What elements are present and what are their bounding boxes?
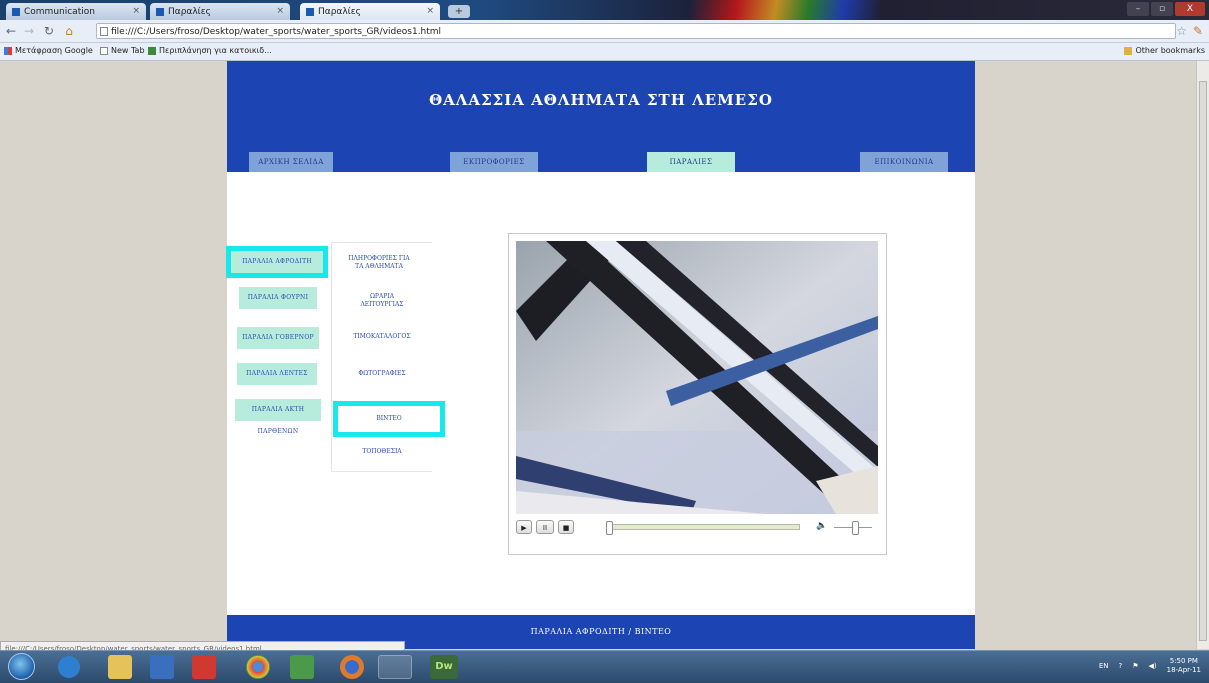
close-icon[interactable]: ×	[132, 6, 140, 16]
beach-lentes-button[interactable]: ΠΑΡΑΛΙΑ ΛΕΝΤΕΣ	[237, 363, 317, 385]
browser-toolbar: ← → ↻ ⌂ file:///C:/Users/froso/Desktop/w…	[0, 20, 1209, 43]
url-text: file:///C:/Users/froso/Desktop/water_spo…	[111, 27, 442, 37]
new-tab-button[interactable]: +	[448, 5, 470, 18]
dreamweaver-icon[interactable]: Dw	[430, 655, 458, 679]
forward-icon[interactable]: →	[22, 24, 36, 38]
google-translate-icon	[4, 46, 12, 55]
beach-governor-button[interactable]: ΠΑΡΑΛΙΑ ΓΟΒΕΡΝΟΡ	[237, 327, 319, 349]
tab-communication[interactable]: Communication ×	[6, 3, 146, 20]
submenu-location[interactable]: ΤΟΠΟΘΕΣΙΑ	[332, 448, 432, 456]
nav-beaches[interactable]: ΠΑΡΑΛΙΕΣ	[647, 152, 735, 172]
submenu-prices[interactable]: ΤΙΜΟΚΑΤΑΛΟΓΟΣ	[332, 333, 432, 341]
bookmark-translate[interactable]: Μετάφραση Google	[4, 46, 93, 55]
website: ΘΑΛΑΣΣΙΑ ΑΘΛΗΜΑΤΑ ΣΤΗ ΛΕΜΕΣΟ ΑΡΧΙΚΗ ΣΕΛΙ…	[226, 61, 975, 649]
back-icon[interactable]: ←	[4, 24, 18, 38]
submenu-hours[interactable]: ΩΡΑΡΙΑ ΛΕΙΤΟΥΡΓΙΑΣ	[354, 293, 410, 309]
close-icon[interactable]: ×	[426, 6, 434, 16]
submenu-video[interactable]: ΒΙΝΤΕΟ	[333, 401, 445, 437]
beach-akti-parthenon-button[interactable]: ΠΑΡΑΛΙΑ ΑΚΤΗ ΠΑΡΘΕΝΩΝ	[235, 399, 321, 435]
language-indicator[interactable]: EN	[1099, 662, 1109, 670]
clock[interactable]: 5:50 PM 18-Apr-11	[1167, 657, 1201, 675]
window-frame-decoration	[690, 0, 880, 20]
video-player: ▶ II ■ 🔈	[508, 233, 887, 555]
folder-icon	[1124, 46, 1133, 55]
nav-home[interactable]: ΑΡΧΙΚΗ ΣΕΛΙΔΑ	[249, 152, 333, 172]
tab-title: Communication	[24, 6, 95, 17]
other-bookmarks[interactable]: Other bookmarks	[1124, 46, 1205, 55]
submenu-info[interactable]: ΠΛΗΡΟΦΟΡΙΕΣ ΓΙΑ ΤΑ ΑΘΛΗΜΑΤΑ	[348, 255, 410, 271]
bookmark-pets[interactable]: Περιπλάνηση για κατοικιδ...	[148, 46, 272, 55]
footer-breadcrumb: ΠΑΡΑΛΙΑ ΑΦΡΟΔΙΤΗ / ΒΙΝΤΕΟ	[530, 627, 672, 636]
video-frame[interactable]	[516, 241, 878, 514]
start-button[interactable]	[8, 653, 35, 680]
page-viewport: ΘΑΛΑΣΣΙΑ ΑΘΛΗΜΑΤΑ ΣΤΗ ΛΕΜΕΣΟ ΑΡΧΙΚΗ ΣΕΛΙ…	[0, 61, 1196, 649]
pdf-icon[interactable]	[192, 655, 216, 679]
volume-icon[interactable]: 🔈	[816, 521, 827, 531]
nav-contact[interactable]: ΕΠΙΚΟΙΝΩΝΙΑ	[860, 152, 948, 172]
submenu-photos[interactable]: ΦΩΤΟΓΡΑΦΙΕΣ	[332, 370, 432, 378]
other-bookmarks-label: Other bookmarks	[1135, 46, 1205, 55]
windows-taskbar: Dw EN ? ⚑ ◀) 5:50 PM 18-Apr-11	[0, 650, 1209, 683]
seek-bar[interactable]	[610, 524, 800, 530]
page-icon	[12, 7, 20, 16]
tab-paralies-2[interactable]: Παραλίες ×	[300, 3, 440, 20]
beach-submenu: ΠΛΗΡΟΦΟΡΙΕΣ ΓΙΑ ΤΑ ΑΘΛΗΜΑΤΑ ΩΡΑΡΙΑ ΛΕΙΤΟ…	[331, 242, 445, 472]
network-icon[interactable]	[290, 655, 314, 679]
bookmark-label: New Tab	[111, 46, 145, 55]
clock-time: 5:50 PM	[1169, 657, 1198, 665]
window-controls: – ▫ X	[1127, 2, 1205, 16]
window-close-button[interactable]: X	[1175, 2, 1205, 16]
vertical-scrollbar[interactable]	[1196, 61, 1209, 649]
pause-button[interactable]: II	[536, 520, 554, 534]
tab-title: Παραλίες	[318, 6, 361, 17]
player-controls: ▶ II ■ 🔈	[516, 518, 878, 536]
home-icon[interactable]: ⌂	[62, 24, 76, 38]
site-icon	[148, 46, 156, 55]
firefox-icon[interactable]	[340, 655, 364, 679]
bookmark-new-tab[interactable]: New Tab	[100, 46, 145, 55]
video-content	[516, 241, 878, 514]
wrench-icon[interactable]: ✎	[1193, 24, 1203, 38]
flag-icon[interactable]: ⚑	[1132, 662, 1138, 670]
page-title: ΘΑΛΑΣΣΙΑ ΑΘΛΗΜΑΤΑ ΣΤΗ ΛΕΜΕΣΟ	[429, 91, 773, 109]
media-player-icon[interactable]	[150, 655, 174, 679]
system-tray: EN ? ⚑ ◀) 5:50 PM 18-Apr-11	[1099, 657, 1201, 675]
reload-icon[interactable]: ↻	[42, 24, 56, 38]
minimize-button[interactable]: –	[1127, 2, 1149, 16]
tab-paralies-1[interactable]: Παραλίες ×	[150, 3, 290, 20]
beach-aphrodite-button[interactable]: ΠΑΡΑΛΙΑ ΑΦΡΟΔΙΤΗ	[226, 246, 328, 278]
nav-information[interactable]: ΕΚΠΡΟΦΟΡΙΕΣ	[450, 152, 538, 172]
play-button[interactable]: ▶	[516, 520, 532, 534]
page-icon	[100, 27, 108, 36]
tab-title: Παραλίες	[168, 6, 211, 17]
bookmark-label: Μετάφραση Google	[15, 46, 93, 55]
volume-tray-icon[interactable]: ◀)	[1149, 662, 1157, 670]
address-bar[interactable]: file:///C:/Users/froso/Desktop/water_spo…	[96, 23, 1176, 39]
close-icon[interactable]: ×	[276, 6, 284, 16]
bookmarks-bar: Μετάφραση Google New Tab Περιπλάνηση για…	[0, 43, 1209, 61]
page-icon	[100, 46, 108, 55]
help-icon[interactable]: ?	[1119, 662, 1123, 670]
bookmark-label: Περιπλάνηση για κατοικιδ...	[159, 46, 272, 55]
page-icon	[306, 7, 314, 16]
maximize-button[interactable]: ▫	[1151, 2, 1173, 16]
clock-date: 18-Apr-11	[1166, 666, 1201, 674]
seek-handle[interactable]	[606, 521, 613, 535]
scrollbar-thumb[interactable]	[1199, 81, 1207, 641]
volume-handle[interactable]	[852, 521, 859, 535]
stop-button[interactable]: ■	[558, 520, 574, 534]
page-icon	[156, 7, 164, 16]
chrome-icon[interactable]	[246, 655, 270, 679]
beach-fourni-button[interactable]: ΠΑΡΑΛΙΑ ΦΟΥΡΝΙ	[239, 287, 317, 309]
word-icon[interactable]	[378, 655, 412, 679]
browser-tab-bar: Communication × Παραλίες × Παραλίες × + …	[0, 0, 1209, 20]
internet-explorer-icon[interactable]	[58, 656, 80, 678]
bookmark-star-icon[interactable]: ☆	[1176, 24, 1187, 38]
folder-icon[interactable]	[108, 655, 132, 679]
